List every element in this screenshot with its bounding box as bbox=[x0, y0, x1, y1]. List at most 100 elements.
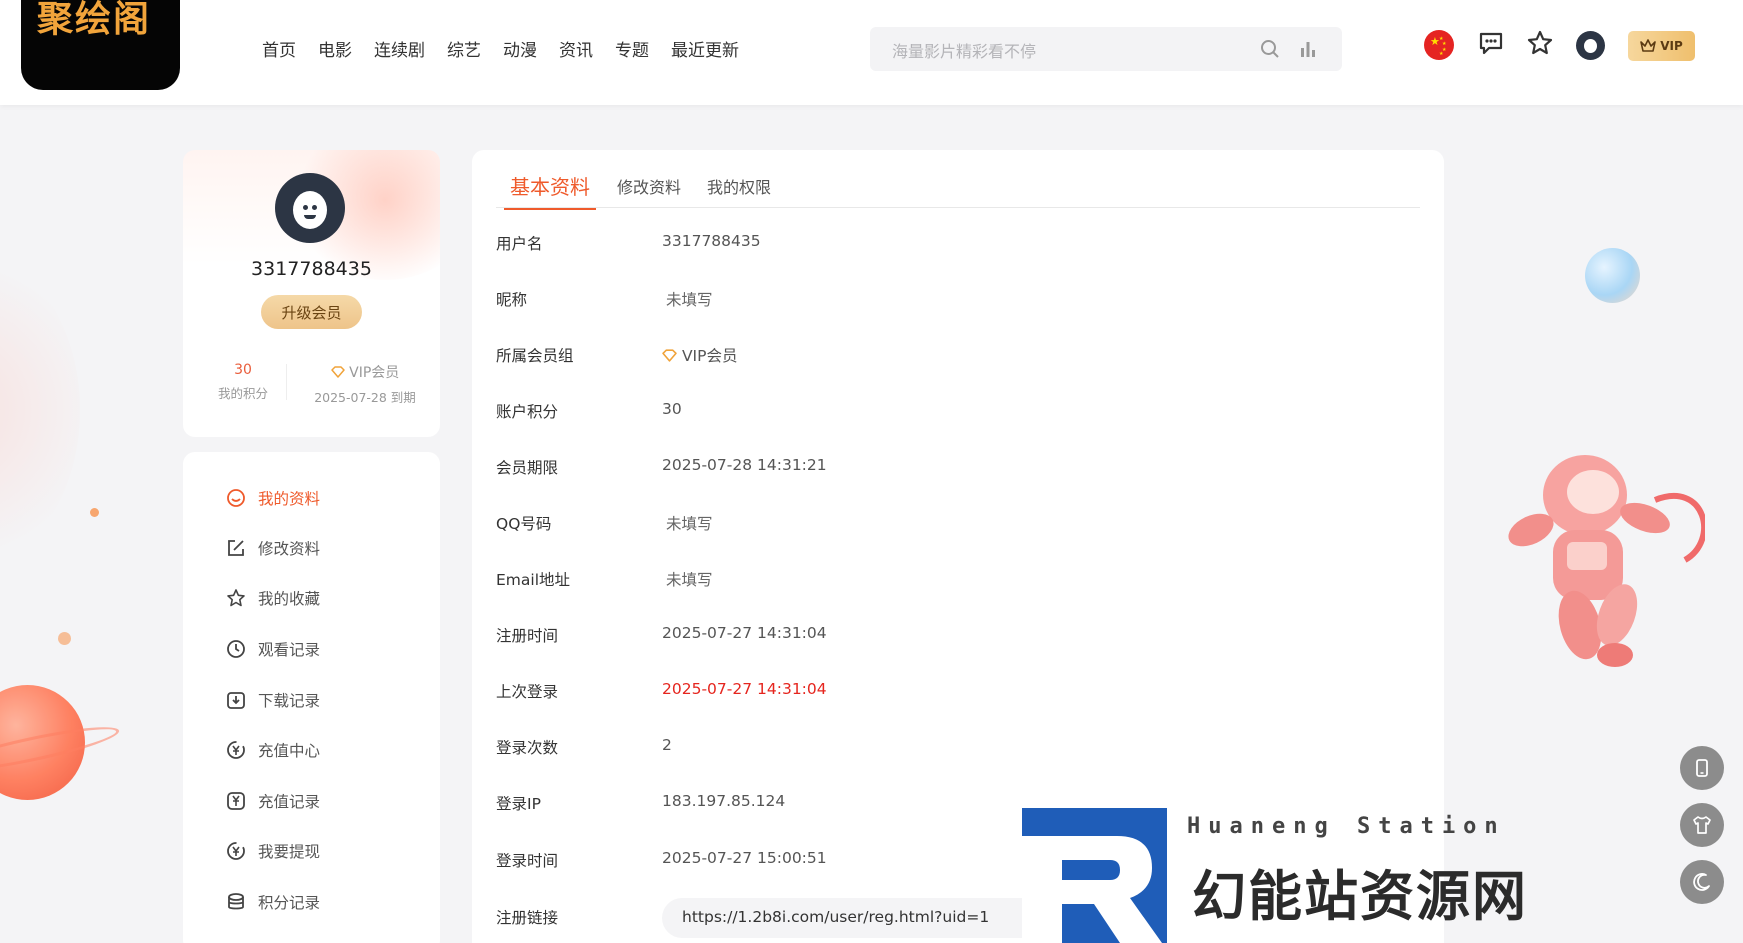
info-key: QQ号码 bbox=[496, 515, 552, 533]
user-avatar[interactable] bbox=[1576, 31, 1605, 60]
menu-item-points-history[interactable]: 积分记录 bbox=[226, 891, 320, 913]
decor-dot bbox=[58, 632, 71, 645]
info-value: VIP会员 bbox=[662, 344, 737, 366]
message-icon[interactable] bbox=[1474, 26, 1508, 60]
info-value: 2025-07-28 14:31:21 bbox=[662, 456, 827, 474]
menu-item-withdraw[interactable]: 我要提现 bbox=[226, 840, 320, 862]
tab-my-permissions[interactable]: 我的权限 bbox=[707, 174, 771, 198]
info-value: 2025-07-27 14:31:04 bbox=[662, 624, 827, 642]
register-link-text: https://1.2b8i.com/user/reg.html?uid=1 bbox=[682, 908, 990, 926]
decor-dot bbox=[90, 508, 99, 517]
info-value: 183.197.85.124 bbox=[662, 792, 786, 810]
info-value: 2 bbox=[662, 736, 672, 754]
edit-icon bbox=[226, 538, 246, 558]
points-stat: 30 我的积分 bbox=[213, 362, 273, 402]
brand-logo-mark bbox=[1022, 808, 1167, 943]
vip-button[interactable]: VIP bbox=[1628, 31, 1695, 61]
crown-icon bbox=[1640, 39, 1657, 52]
database-icon bbox=[226, 892, 246, 912]
info-key: 用户名 bbox=[496, 235, 543, 253]
vip-expiry: 2025-07-28 到期 bbox=[314, 390, 416, 405]
background-glow bbox=[0, 240, 80, 580]
menu-item-edit-profile[interactable]: 修改资料 bbox=[226, 537, 320, 559]
info-key: 登录次数 bbox=[496, 739, 559, 757]
menu-item-label: 积分记录 bbox=[258, 894, 321, 912]
nav-home[interactable]: 首页 bbox=[262, 36, 296, 61]
nav-latest[interactable]: 最近更新 bbox=[671, 36, 739, 61]
nav-anime[interactable]: 动漫 bbox=[503, 36, 537, 61]
planet-illustration bbox=[0, 685, 85, 800]
info-key: 上次登录 bbox=[496, 683, 559, 701]
nav-series[interactable]: 连续剧 bbox=[374, 36, 425, 61]
vip-button-label: VIP bbox=[1660, 39, 1683, 53]
stat-divider bbox=[286, 364, 287, 400]
profile-avatar[interactable] bbox=[275, 173, 345, 243]
nav-news[interactable]: 资讯 bbox=[559, 36, 593, 61]
watermark-brand: Huaneng Station 幻能站资源网 bbox=[1022, 808, 1582, 943]
menu-item-watch-history[interactable]: 观看记录 bbox=[226, 638, 320, 660]
main-nav: 首页 电影 连续剧 综艺 动漫 资讯 专题 最近更新 bbox=[262, 36, 761, 61]
info-value: 未填写 bbox=[666, 515, 713, 533]
info-key: 昵称 bbox=[496, 291, 528, 309]
clock-icon bbox=[226, 639, 246, 659]
menu-item-my-profile[interactable]: 我的资料 bbox=[226, 487, 320, 509]
top-header: 聚绘阁 首页 电影 连续剧 综艺 动漫 资讯 专题 最近更新 海量影片精彩看不停… bbox=[0, 0, 1743, 105]
mobile-view-button[interactable] bbox=[1680, 746, 1724, 790]
menu-item-recharge-history[interactable]: 充值记录 bbox=[226, 790, 320, 812]
menu-item-downloads[interactable]: 下载记录 bbox=[226, 689, 320, 711]
tshirt-icon bbox=[1693, 816, 1711, 834]
points-label: 我的积分 bbox=[217, 386, 268, 401]
info-key: 所属会员组 bbox=[496, 347, 574, 365]
menu-item-label: 下载记录 bbox=[258, 692, 321, 710]
upgrade-member-button[interactable]: 升级会员 bbox=[261, 295, 362, 329]
theme-skin-button[interactable] bbox=[1680, 803, 1724, 847]
diamond-icon bbox=[330, 366, 345, 378]
menu-item-label: 观看记录 bbox=[258, 641, 321, 659]
dark-mode-button[interactable] bbox=[1680, 860, 1724, 904]
brand-english-name: Huaneng Station bbox=[1187, 814, 1506, 839]
moon-icon bbox=[1693, 873, 1710, 891]
info-tabs: 基本资料 修改资料 我的权限 bbox=[496, 171, 1420, 210]
bubble-illustration bbox=[1585, 248, 1640, 303]
info-key: 账户积分 bbox=[496, 403, 559, 421]
ranking-icon[interactable] bbox=[1298, 39, 1318, 59]
info-value: 2025-07-27 15:00:51 bbox=[662, 849, 827, 867]
recharge-icon bbox=[226, 740, 246, 760]
site-logo[interactable]: 聚绘阁 bbox=[21, 0, 180, 90]
info-key: 注册时间 bbox=[496, 627, 559, 645]
profile-card: 3317788435 升级会员 30 我的积分 VIP会员 2025-07-28… bbox=[183, 150, 440, 437]
info-value: 2025-07-27 14:31:04 bbox=[662, 680, 827, 698]
logo-text: 聚绘阁 bbox=[37, 0, 152, 40]
info-value: 未填写 bbox=[666, 291, 713, 309]
vip-value: VIP会员 bbox=[349, 365, 400, 381]
favorite-star-icon[interactable] bbox=[1523, 26, 1557, 60]
points-value: 30 bbox=[234, 362, 252, 378]
withdraw-icon bbox=[226, 841, 246, 861]
info-key: 注册链接 bbox=[496, 909, 559, 927]
download-icon bbox=[226, 690, 246, 710]
vip-stat: VIP会员 2025-07-28 到期 bbox=[301, 362, 429, 406]
info-value: 未填写 bbox=[666, 571, 713, 589]
menu-item-recharge-center[interactable]: 充值中心 bbox=[226, 739, 320, 761]
tab-basic-info[interactable]: 基本资料 bbox=[504, 171, 596, 210]
tab-edit-info[interactable]: 修改资料 bbox=[617, 174, 681, 198]
search-icon[interactable] bbox=[1260, 39, 1280, 59]
menu-item-favorites[interactable]: 我的收藏 bbox=[226, 587, 320, 609]
nav-movies[interactable]: 电影 bbox=[318, 36, 352, 61]
language-flag-icon[interactable]: ★ ★ ★ ★ ★ bbox=[1424, 30, 1454, 60]
nav-topics[interactable]: 专题 bbox=[615, 36, 649, 61]
smile-icon bbox=[226, 488, 246, 508]
phone-icon bbox=[1696, 759, 1708, 777]
nav-variety[interactable]: 综艺 bbox=[447, 36, 481, 61]
astronaut-illustration bbox=[1508, 455, 1705, 667]
menu-item-label: 修改资料 bbox=[258, 540, 321, 558]
user-menu: 我的资料 修改资料 我的收藏 观看记录 下载记录 充值中心 充值记录 我要提现 … bbox=[183, 452, 440, 943]
search-input[interactable]: 海量影片精彩看不停 bbox=[870, 27, 1342, 71]
brand-chinese-name: 幻能站资源网 bbox=[1192, 865, 1528, 928]
diamond-icon bbox=[662, 349, 677, 362]
star-icon bbox=[226, 588, 246, 608]
info-key: 登录时间 bbox=[496, 852, 559, 870]
search-placeholder: 海量影片精彩看不停 bbox=[892, 42, 1037, 61]
yen-icon bbox=[226, 791, 246, 811]
menu-item-label: 充值记录 bbox=[258, 793, 321, 811]
